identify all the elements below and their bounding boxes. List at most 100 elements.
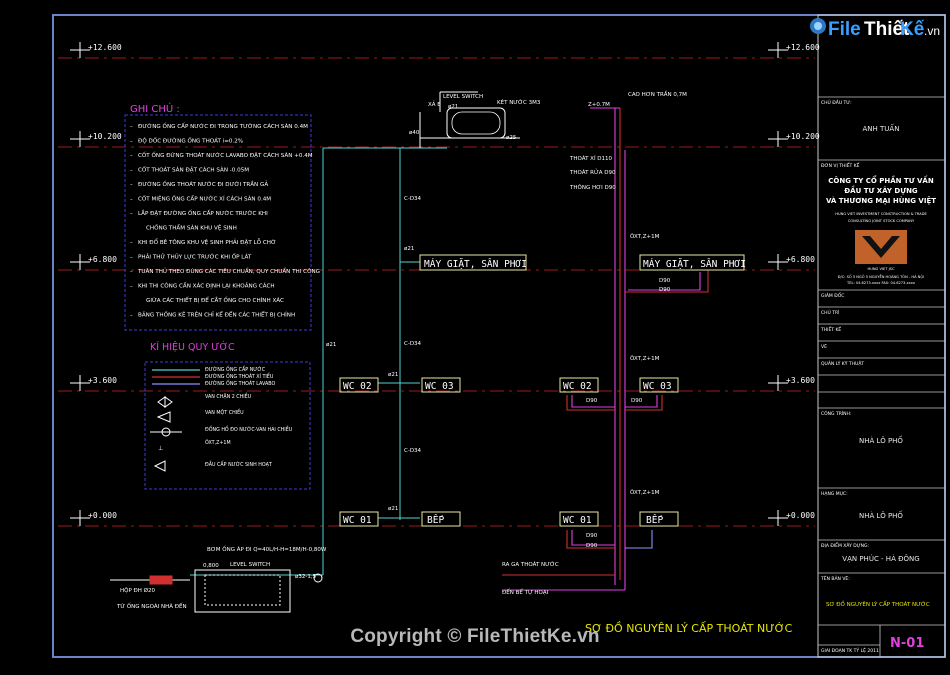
note-bullet: –: [130, 313, 133, 319]
drawing-frame: [52, 14, 946, 658]
pipe-label: ø21: [388, 372, 398, 378]
pipe-label: THÔNG HƠI D90: [569, 184, 616, 191]
tb-label: ĐỊA ĐIỂM XÂY DỰNG:: [821, 541, 869, 549]
legend-item: ĐỒNG HỒ ĐO NƯỚC-VAN HAI CHIỀU: [205, 424, 293, 433]
room-label: MÁY GIẶT, SÂN PHƠI: [424, 258, 527, 270]
pipe-label: KÉT NƯỚC 3M3: [497, 98, 541, 106]
level-label: +10.200: [786, 132, 820, 141]
legend-item: ÔXT,Z+1M: [205, 439, 231, 446]
pipe-label: D90: [659, 287, 671, 293]
legend-item: ĐƯỜNG ỐNG THOÁT XÍ TIỂU: [205, 372, 274, 380]
legend-item: VAN CHẶN 2 CHIỀU: [205, 392, 252, 400]
title-block: CHỦ ĐẦU TƯ: ĐƠN VỊ THIẾT KẾ GIÁM ĐỐC CHỦ…: [818, 96, 945, 657]
room-label: WC 03: [643, 381, 672, 392]
room-label: BẾP: [427, 514, 444, 526]
faucet-icon: ⊥: [158, 445, 163, 452]
level-label: +0.000: [786, 511, 815, 520]
legend-item: ĐƯỜNG ỐNG CẤP NƯỚC: [205, 365, 266, 373]
note-bullet: –: [130, 255, 133, 261]
note-item: ĐƯỜNG ỐNG THOÁT NƯỚC ĐI DƯỚI TRẦN GẢ: [138, 180, 268, 188]
pipe-label: CAO HƠN TRẦN 0,7M: [628, 90, 687, 98]
note-bullet: –: [130, 284, 133, 290]
company-name: ĐẦU TƯ XÂY DỰNG: [844, 185, 918, 195]
level-label: +3.600: [786, 376, 815, 385]
legend-title: KÍ HIỆU QUY ƯỚC: [150, 341, 235, 353]
pipe-label: ÔXT,Z+1M: [630, 233, 660, 240]
tb-label: CÔNG TRÌNH:: [821, 410, 851, 417]
notes-panel: GHI CHÚ : – ĐƯỜNG ỐNG CẤP NƯỚC ĐI TRONG T…: [124, 102, 320, 331]
project-name: NHÀ LÔ PHỐ: [859, 435, 903, 445]
drain-pipes: [502, 107, 709, 591]
room-label: WC 02: [343, 381, 372, 392]
pipe-label: TỪ ỐNG NGOÀI NHÀ ĐẾN: [116, 602, 187, 610]
note-bullet: –: [130, 139, 133, 145]
room-label: WC 01: [563, 515, 592, 526]
valve-icon: [150, 396, 182, 472]
address: Đ/C: SỐ 5 NGÕ 5 NGUYỄN HOÀNG TÔN - HÀ NỘ…: [838, 274, 925, 279]
cad-drawing: +12.600 +10.200 +6.800 +3.600 +0.000 +12…: [52, 14, 946, 658]
level-label: +12.600: [88, 43, 122, 52]
pipe-label: THOÁT XÍ D110: [569, 155, 613, 162]
item-name: NHÀ LÔ PHỐ: [859, 510, 903, 520]
room-label: WC 02: [563, 381, 592, 392]
legend-panel: KÍ HIỆU QUY ƯỚC ⊥ ĐƯỜNG ỐNG CẤP NƯỚCĐƯỜN…: [144, 341, 311, 490]
note-item: TUÂN THỦ THEO ĐÚNG CÁC TIÊU CHUẨN, QUY C…: [137, 267, 320, 275]
note-item: CỐT THOÁT SÀN ĐẶT CÁCH SÀN -0.05M: [138, 166, 249, 174]
room-label: WC 03: [425, 381, 454, 392]
pipe-label: C-D34: [404, 196, 422, 202]
tb-label: VẼ: [821, 343, 827, 350]
pipe-label: D90: [631, 398, 643, 404]
note-item: GIỮA CÁC THIẾT BỊ ĐỂ CẮT ỐNG CHO CHÍNH X…: [146, 296, 284, 304]
pipe-label: LEVEL SWITCH: [443, 94, 483, 100]
note-bullet: –: [130, 240, 133, 246]
level-label: +0.000: [88, 511, 117, 520]
room-label: MÁY GIẶT, SÂN PHƠI: [643, 258, 746, 270]
legend-item: ĐƯỜNG ỐNG THOÁT LAVABO: [205, 379, 275, 387]
note-bullet: –: [130, 124, 133, 130]
address: TEL: 04.6273.xxxx FAX: 04.6273.xxxx: [846, 281, 916, 285]
note-bullet: –: [130, 211, 133, 217]
note-item: KHI ĐỔ BÊ TÔNG KHU VỆ SINH PHẢI ĐẶT LỖ C…: [138, 238, 276, 246]
pipe-label: ø32-1,5: [295, 574, 317, 580]
note-item: KHI THI CÔNG CẦN XÁC ĐỊNH LẠI KHOẢNG CÁC…: [138, 282, 275, 290]
company-logo: [855, 230, 907, 264]
company-name: CÔNG TY CỔ PHẦN TƯ VẤN: [828, 175, 934, 185]
pipe-label: HỘP ĐH Ø20: [120, 587, 156, 594]
location: VẠN PHÚC - HÀ ĐÔNG: [842, 554, 919, 563]
note-bullet: –: [130, 269, 133, 275]
room-label: BẾP: [646, 514, 663, 526]
note-item: LẮP ĐẶT ĐƯỜNG ỐNG CẤP NƯỚC TRƯỚC KHI: [138, 209, 268, 217]
pipe-label: D90: [586, 533, 598, 539]
tb-label: HẠNG MỤC:: [821, 491, 848, 497]
note-bullet: –: [130, 153, 133, 159]
pipe-label: THOÁT RỬA D90: [569, 168, 616, 176]
note-item: CỐT MIỆNG ỐNG CẤP NƯỚC XÍ CÁCH SÀN 0.4M: [138, 195, 271, 203]
pipe-label: D90: [659, 278, 671, 284]
level-label: +6.800: [88, 255, 117, 264]
logo-text: File: [828, 19, 861, 40]
tb-label: CHỦ ĐẦU TƯ:: [821, 98, 852, 106]
legend-item: VAN MỘT CHIỀU: [205, 408, 244, 416]
logo-text: .vn: [924, 24, 940, 38]
legend-item: ĐẦU CẤP NƯỚC SINH HOẠT: [205, 460, 272, 468]
note-bullet: –: [130, 197, 133, 203]
company-name: VÀ THƯƠNG MẠI HÙNG VIỆT: [826, 196, 936, 205]
pipe-label: ø25: [506, 135, 517, 141]
pipe-label: D90: [586, 398, 598, 404]
level-label: +10.200: [88, 132, 122, 141]
level-label: +6.800: [786, 255, 815, 264]
note-bullet: –: [130, 182, 133, 188]
tb-label: THIẾT KẾ: [820, 325, 841, 333]
pipe-label: Z+0.7M: [588, 102, 610, 108]
note-bullet: –: [130, 168, 133, 174]
pipe-label: ÔXT,Z+1M: [630, 489, 660, 496]
company-name-en: HUNG VIET INVESTMENT CONSTRUCTION & TRAD…: [835, 212, 927, 216]
pipe-label: ø21: [448, 104, 458, 110]
tb-label: CHỦ TRÌ: [821, 308, 839, 316]
sheet-title: SƠ ĐỒ NGUYÊN LÝ CẤP THOÁT NƯỚC: [826, 599, 930, 608]
pipe-label: ø40: [409, 130, 420, 136]
note-item: PHẢI THỬ THỦY LỰC TRƯỚC KHI ỐP LÁT: [138, 253, 252, 261]
level-label: +3.600: [88, 376, 117, 385]
company-name-en: CONSULTING JOINT STOCK COMPANY: [848, 219, 915, 223]
filethietke-logo: File Thiết Kế .vn: [808, 6, 948, 46]
